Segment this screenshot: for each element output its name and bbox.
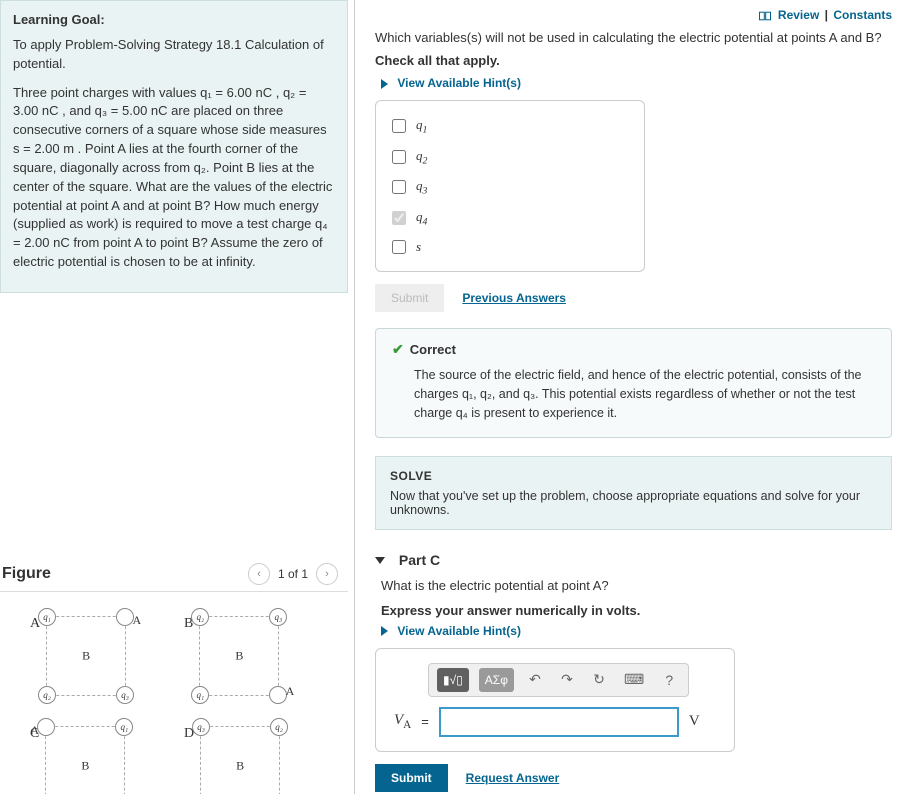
answer-panel: ▮√▯ ΑΣφ ↶ ↷ ↻ ⌨ ? VA = V: [375, 648, 735, 752]
opt-q2-checkbox[interactable]: [392, 150, 406, 164]
opt-q1-checkbox[interactable]: [392, 119, 406, 133]
top-links: Review | Constants: [375, 8, 892, 22]
redo-icon[interactable]: ↷: [556, 668, 578, 692]
question-text: Which variables(s) will not be used in c…: [375, 30, 892, 45]
goal-heading: Learning Goal:: [13, 11, 335, 30]
chevron-right-icon: [381, 79, 388, 89]
review-link[interactable]: Review: [778, 8, 819, 22]
answer-unit: V: [689, 713, 700, 730]
equation-toolbar: ▮√▯ ΑΣφ ↶ ↷ ↻ ⌨ ?: [428, 663, 689, 697]
undo-icon[interactable]: ↶: [524, 668, 546, 692]
partc-question: What is the electric potential at point …: [381, 578, 892, 593]
figure-diagram-c: C Aq₁ q₂q₃ B: [30, 726, 180, 794]
feedback-box: ✔Correct The source of the electric fiel…: [375, 328, 892, 437]
book-icon: [759, 11, 771, 21]
caret-down-icon: [375, 557, 385, 564]
checkmark-icon: ✔: [392, 341, 404, 357]
figure-title: Figure: [2, 565, 51, 583]
feedback-body: The source of the electric field, and he…: [392, 366, 875, 422]
figure-page: 1 of 1: [278, 567, 308, 581]
sigma-tool[interactable]: ΑΣφ: [479, 668, 514, 692]
figure-diagram-a: A q₁A q₂q₃ B: [30, 616, 180, 696]
figure-diagram-d: D q₃q₂ Aq₁ B: [184, 726, 334, 794]
answer-input[interactable]: [439, 707, 679, 737]
learning-goal-panel: Learning Goal: To apply Problem-Solving …: [0, 0, 348, 293]
part-c-header[interactable]: Part C: [375, 552, 892, 568]
figure-next-button[interactable]: ›: [316, 563, 338, 585]
opt-q3-checkbox[interactable]: [392, 180, 406, 194]
options-panel: q1 q2 q3 q4 s: [375, 100, 645, 272]
help-icon[interactable]: ?: [658, 668, 680, 692]
previous-answers-link[interactable]: Previous Answers: [462, 291, 566, 305]
goal-body: Three point charges with values q₁ = 6.0…: [13, 84, 335, 272]
partc-instruction: Express your answer numerically in volts…: [381, 603, 640, 618]
goal-intro: To apply Problem-Solving Strategy 18.1 C…: [13, 36, 335, 74]
hints-toggle[interactable]: View Available Hint(s): [381, 76, 892, 90]
reset-icon[interactable]: ↻: [588, 668, 610, 692]
figure-prev-button[interactable]: ‹: [248, 563, 270, 585]
opt-q4-checkbox: [392, 211, 406, 225]
figure-section: Figure ‹ 1 of 1 › A q₁A q₂q₃ B: [0, 563, 348, 794]
solve-box: SOLVE Now that you've set up the problem…: [375, 456, 892, 530]
chevron-right-icon: [381, 626, 388, 636]
figure-diagram-b: B q₂q₃ q₁A B: [184, 616, 334, 696]
keyboard-icon[interactable]: ⌨: [620, 668, 648, 692]
check-instruction: Check all that apply.: [375, 53, 500, 68]
request-answer-link[interactable]: Request Answer: [466, 771, 560, 785]
partc-hints-toggle[interactable]: View Available Hint(s): [381, 624, 892, 638]
opt-s-checkbox[interactable]: [392, 240, 406, 254]
constants-link[interactable]: Constants: [833, 8, 892, 22]
submit-button[interactable]: Submit: [375, 764, 448, 792]
template-tool[interactable]: ▮√▯: [437, 668, 469, 692]
answer-variable: VA: [394, 712, 411, 731]
submit-button-disabled: Submit: [375, 284, 444, 312]
